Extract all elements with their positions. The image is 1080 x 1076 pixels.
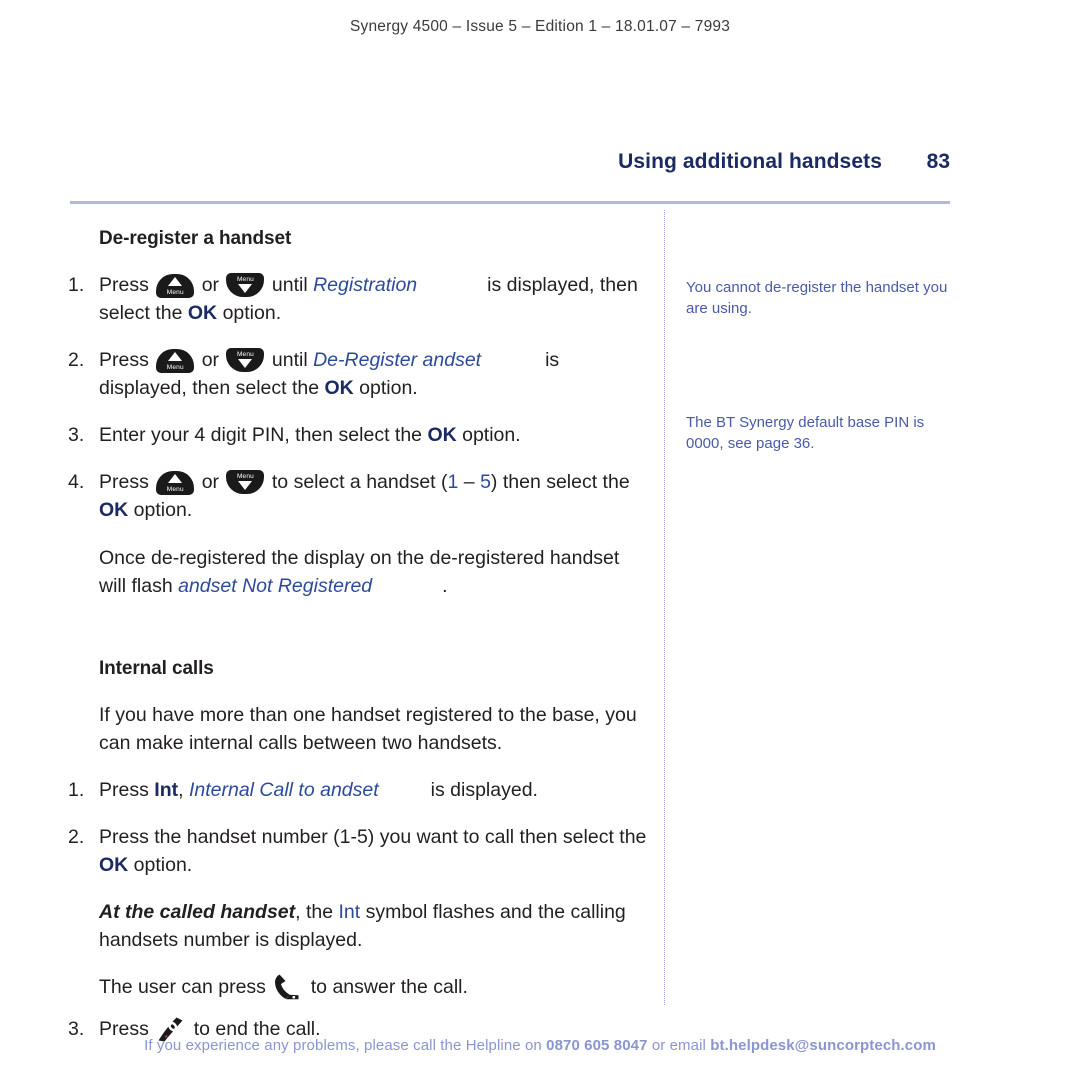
answer-call-paragraph: The user can press to answer the call. [99,973,648,1001]
menu-down-key-icon: Menu [226,348,265,373]
step-item: 3. Enter your 4 digit PIN, then select t… [68,421,648,449]
vertical-dotted-divider [664,210,665,1005]
menu-up-key-icon: Menu [156,273,195,298]
step-item: 1. Press Menu or Menu until Registration… [68,271,648,327]
handset-range-to: 5 [480,471,491,494]
side-notes-column: You cannot de-register the handset you a… [686,278,958,455]
side-note: The BT Synergy default base PIN is 0000,… [686,414,925,453]
step-text-part: option. [133,499,193,522]
paragraph-text-part: . [442,574,448,597]
step-text-part: option. [462,424,521,447]
ok-label: OK [99,854,129,877]
emphasis-at-called-handset: At the called handset [99,901,296,924]
step-number: 1. [68,274,85,296]
step-text-part: option. [133,854,193,877]
handset-range-from: 1 [447,471,459,494]
ok-label: OK [427,424,457,447]
menu-up-key-label: Menu [166,364,184,372]
footer-helpline-number: 0870 605 8047 [546,1037,648,1054]
section-heading-de-register: De-register a handset [99,228,292,249]
at-called-handset-paragraph: At the called handset, the Int symbol fl… [99,898,648,954]
page-title: Using additional handsets [618,150,882,173]
menu-down-key-label: Menu [236,473,254,481]
section-heading-internal-calls: Internal calls [99,657,214,679]
step-number: 2. [68,349,85,372]
step-item: 2. Press Menu or Menu until De-Register … [68,346,648,402]
footer-email-address: bt.helpdesk@suncorptech.com [710,1037,936,1054]
int-key-label: Int [154,778,179,801]
internal-calls-intro: If you have more than one handset regist… [99,703,637,754]
display-text: De-Register andset [313,349,482,372]
running-header: Synergy 4500 – Issue 5 – Edition 1 – 18.… [349,18,731,35]
step-text-part: Press [99,778,149,801]
step-text-part: option. [359,377,418,400]
paragraph-text-part: to answer the call. [310,976,468,999]
step-number: 4. [68,471,85,494]
handset-range-dash: – [463,471,475,494]
step-item: 2. Press the handset number (1-5) you wa… [68,823,648,879]
step-item: 1. Press Int, Internal Call to andset is … [68,776,648,804]
step-text-part: until [271,349,308,372]
step-text-part: option. [222,302,282,325]
page-footer: If you experience any problems, please c… [0,1037,1080,1054]
step-text-part: Press [99,274,149,296]
menu-up-key-icon: Menu [156,470,195,496]
menu-down-key-label: Menu [236,276,254,283]
de-register-steps-list: 1. Press Menu or Menu until Registration… [68,271,648,525]
int-symbol-label: Int [338,901,361,924]
step-text-part: to select a handset ( [271,471,448,494]
footer-text-before: If you experience any problems, please c… [144,1037,547,1054]
step-item: 4. Press Menu or Menu to select a handse… [68,468,648,524]
main-content-column: De-register a handset 1. Press Menu or M… [68,228,648,1062]
step-number: 3. [68,424,85,447]
menu-down-key-icon: Menu [226,273,265,298]
ok-label: OK [187,302,218,325]
menu-down-key-icon: Menu [226,470,265,495]
step-text-part: Press [99,349,149,372]
menu-up-key-label: Menu [166,486,184,494]
step-text-part: Press [99,471,149,494]
paragraph-text-part: The user can press [99,976,266,999]
display-text: Registration [313,274,418,296]
step-text-part: is displayed. [430,778,538,801]
step-text-part: until [271,274,308,296]
phone-offhook-icon [273,973,303,1001]
ok-label: OK [99,499,129,522]
step-text-part: Press the handset number (1-5) you want … [99,825,647,848]
step-text-part: or [201,349,220,372]
internal-calls-steps-list: 1. Press Int, Internal Call to andset is … [68,776,648,879]
page-title-row: Using additional handsets 83 [70,150,950,174]
step-text-part: , [178,778,184,801]
step-text-part: or [201,274,220,296]
ok-label: OK [324,377,354,400]
step-number: 2. [68,825,85,848]
footer-text-middle: or email [647,1037,711,1054]
menu-down-key-label: Menu [236,351,254,359]
menu-up-key-icon: Menu [156,348,195,374]
page-number: 83 [926,150,950,173]
step-text-part: ) then select the [490,471,630,494]
horizontal-rule [70,201,950,204]
de-registered-note-paragraph: Once de-registered the display on the de… [99,544,648,600]
menu-up-key-label: Menu [166,289,184,296]
display-text: andset Not Registered [178,574,373,597]
step-text-part: Enter your 4 digit PIN, then select the [99,424,423,447]
step-number: 1. [68,778,85,801]
side-note: You cannot de-register the handset you a… [686,279,948,317]
display-text: Internal Call to andset [188,778,379,801]
step-text-part: or [201,471,220,494]
paragraph-text-part: , the [295,901,334,924]
